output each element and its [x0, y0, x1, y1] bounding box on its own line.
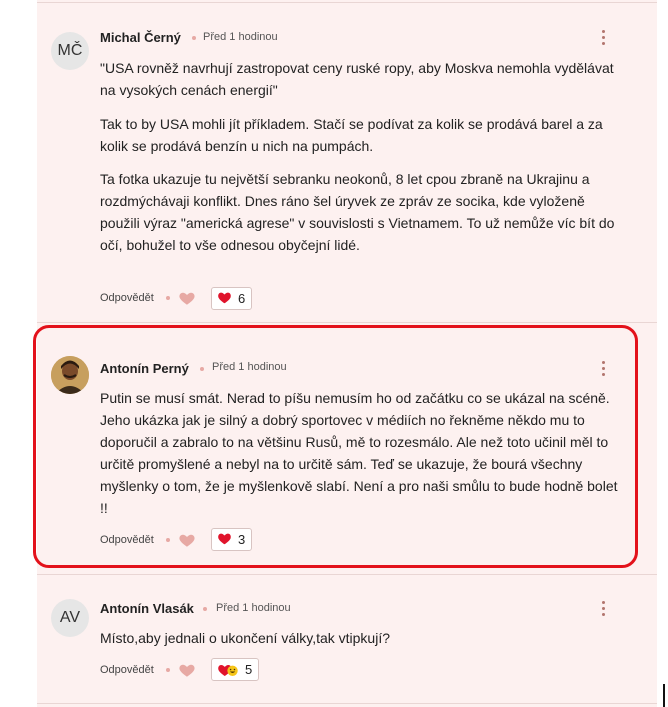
more-options-icon[interactable]: [602, 601, 606, 619]
separator-dot: [166, 296, 170, 300]
comment-author[interactable]: Antonín Vlasák: [100, 601, 194, 616]
comment-paragraph: Místo,aby jednali o ukončení války,tak v…: [100, 630, 391, 646]
reaction-count: 6: [238, 291, 246, 306]
divider: [37, 703, 657, 704]
separator-dot: [166, 668, 170, 672]
like-heart-icon[interactable]: [178, 661, 196, 679]
scrollbar-edge: [663, 684, 665, 707]
comment-paragraph: Tak to by USA mohli jít příkladem. Stačí…: [100, 116, 603, 154]
reply-button[interactable]: Odpovědět: [100, 664, 154, 676]
comment-paragraph: "USA rovněž navrhují zastropovat ceny ru…: [100, 60, 614, 98]
avatar[interactable]: AV: [51, 599, 89, 637]
comment-author[interactable]: Michal Černý: [100, 30, 181, 45]
divider: [37, 2, 657, 3]
separator-dot: [203, 607, 207, 611]
separator-dot: [192, 36, 196, 40]
laugh-reaction-icon: [227, 665, 238, 676]
heart-reaction-icon: [217, 290, 232, 307]
reaction-count: 5: [245, 662, 253, 677]
reply-button[interactable]: Odpovědět: [100, 292, 154, 304]
comment-time: Před 1 hodinou: [203, 31, 278, 43]
like-heart-icon[interactable]: [178, 289, 196, 307]
reaction-counter[interactable]: 5: [211, 658, 260, 681]
avatar[interactable]: MČ: [51, 32, 89, 70]
reaction-counter[interactable]: 6: [211, 287, 253, 310]
more-options-icon[interactable]: [602, 30, 606, 48]
comment-paragraph: Ta fotka ukazuje tu největší sebranku ne…: [100, 171, 615, 253]
comment-time: Před 1 hodinou: [216, 602, 291, 614]
highlight-frame: [33, 325, 638, 568]
divider: [37, 322, 657, 323]
heart-reaction-icon: [217, 662, 239, 677]
divider: [37, 574, 657, 575]
